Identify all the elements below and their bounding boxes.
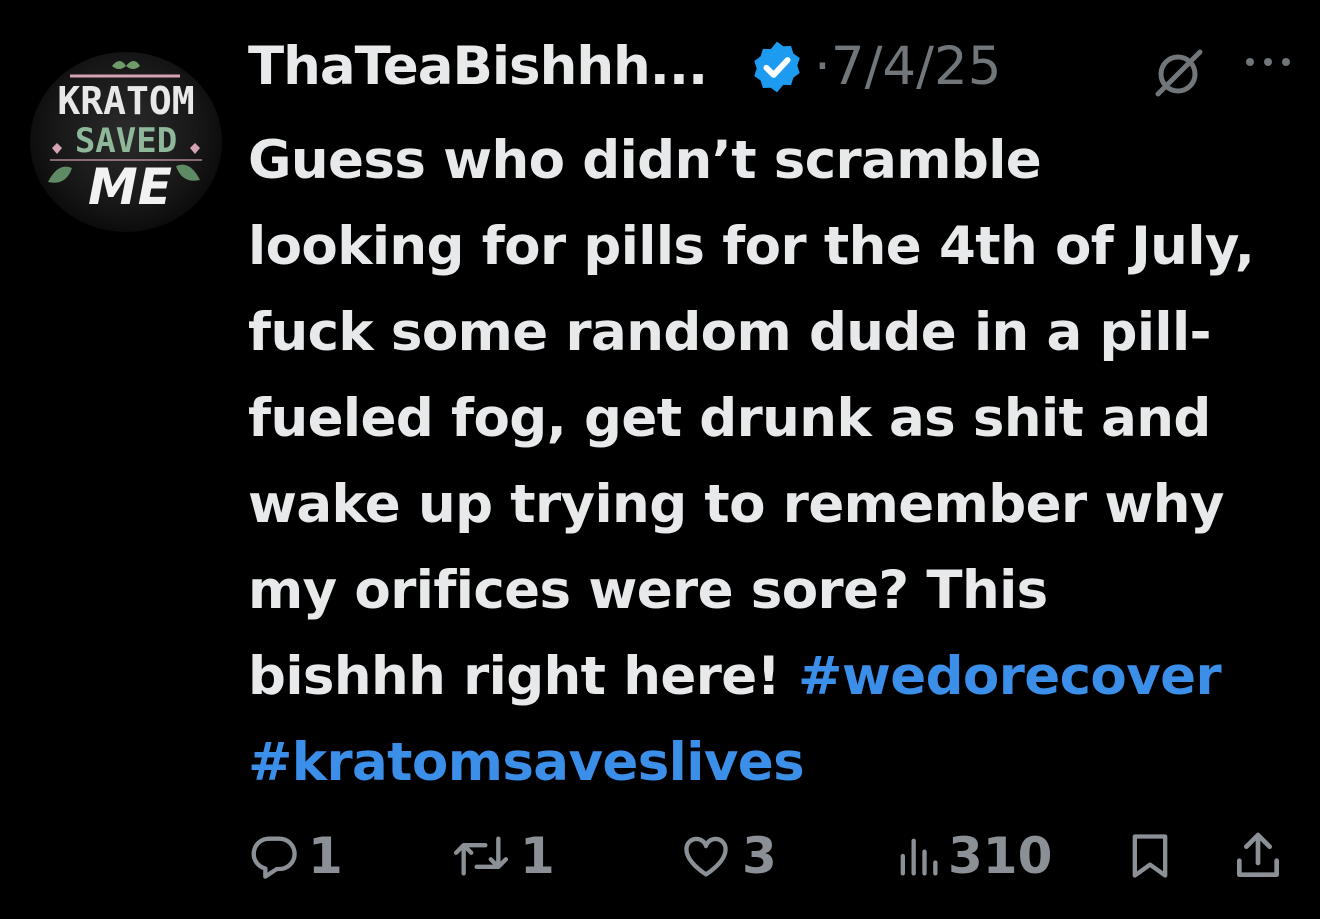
- repost-icon: [453, 836, 509, 876]
- post-line: my orifices were sore? This: [248, 560, 1048, 621]
- repost-button[interactable]: 1: [450, 820, 555, 892]
- like-count: 3: [742, 827, 777, 885]
- views-count: 310: [948, 827, 1053, 885]
- avatar[interactable]: KRATOM SAVED ME: [30, 52, 222, 232]
- post-line: wake up trying to remember why: [248, 474, 1224, 535]
- reply-count: 1: [308, 827, 343, 885]
- display-name[interactable]: ThaTeaBishhh...: [248, 36, 708, 97]
- tweet[interactable]: KRATOM SAVED ME ThaTeaBishhh... ·7/4/25 …: [0, 0, 1320, 919]
- post-text: Guess who didn’t scramble looking for pi…: [248, 118, 1308, 806]
- views-button[interactable]: 310: [896, 820, 1052, 892]
- post-line-text: bishhh right here!: [248, 646, 799, 707]
- hashtag-link[interactable]: #wedorecover: [798, 646, 1222, 707]
- views-icon: [900, 838, 938, 876]
- reply-button[interactable]: 1: [248, 820, 343, 892]
- post-line: looking for pills for the 4th of July,: [248, 216, 1255, 277]
- date-separator: ·: [814, 36, 831, 97]
- heart-icon: [684, 836, 728, 877]
- grok-icon[interactable]: [1148, 42, 1208, 102]
- share-icon: [1237, 832, 1279, 877]
- post-line: #kratomsaveslives: [248, 720, 1308, 806]
- bookmark-icon: [1132, 834, 1168, 878]
- verified-badge-icon[interactable]: [748, 38, 806, 96]
- avatar-text-saved: SAVED: [75, 121, 177, 161]
- repost-count: 1: [520, 827, 555, 885]
- hashtag-link[interactable]: #kratomsaveslives: [248, 732, 805, 793]
- avatar-text-kratom: KRATOM: [57, 79, 194, 123]
- post-line: fuck some random dude in a pill-: [248, 302, 1212, 363]
- post-date[interactable]: ·7/4/25: [814, 36, 1001, 97]
- share-button[interactable]: [1230, 820, 1286, 892]
- avatar-logo-icon: KRATOM SAVED ME: [48, 61, 202, 216]
- post-header: ThaTeaBishhh... ·7/4/25: [248, 30, 1298, 110]
- date-value: 7/4/25: [830, 36, 1002, 97]
- action-bar: 1 1 3 310: [248, 820, 1308, 892]
- post-line: Guess who didn’t scramble: [248, 130, 1042, 191]
- avatar-text-me: ME: [88, 158, 172, 216]
- post-line: bishhh right here! #wedorecover: [248, 634, 1308, 720]
- post-line: fueled fog, get drunk as shit and: [248, 388, 1211, 449]
- like-button[interactable]: 3: [678, 820, 777, 892]
- reply-icon: [251, 836, 297, 879]
- bookmark-button[interactable]: [1124, 820, 1176, 892]
- more-icon[interactable]: [1238, 52, 1298, 72]
